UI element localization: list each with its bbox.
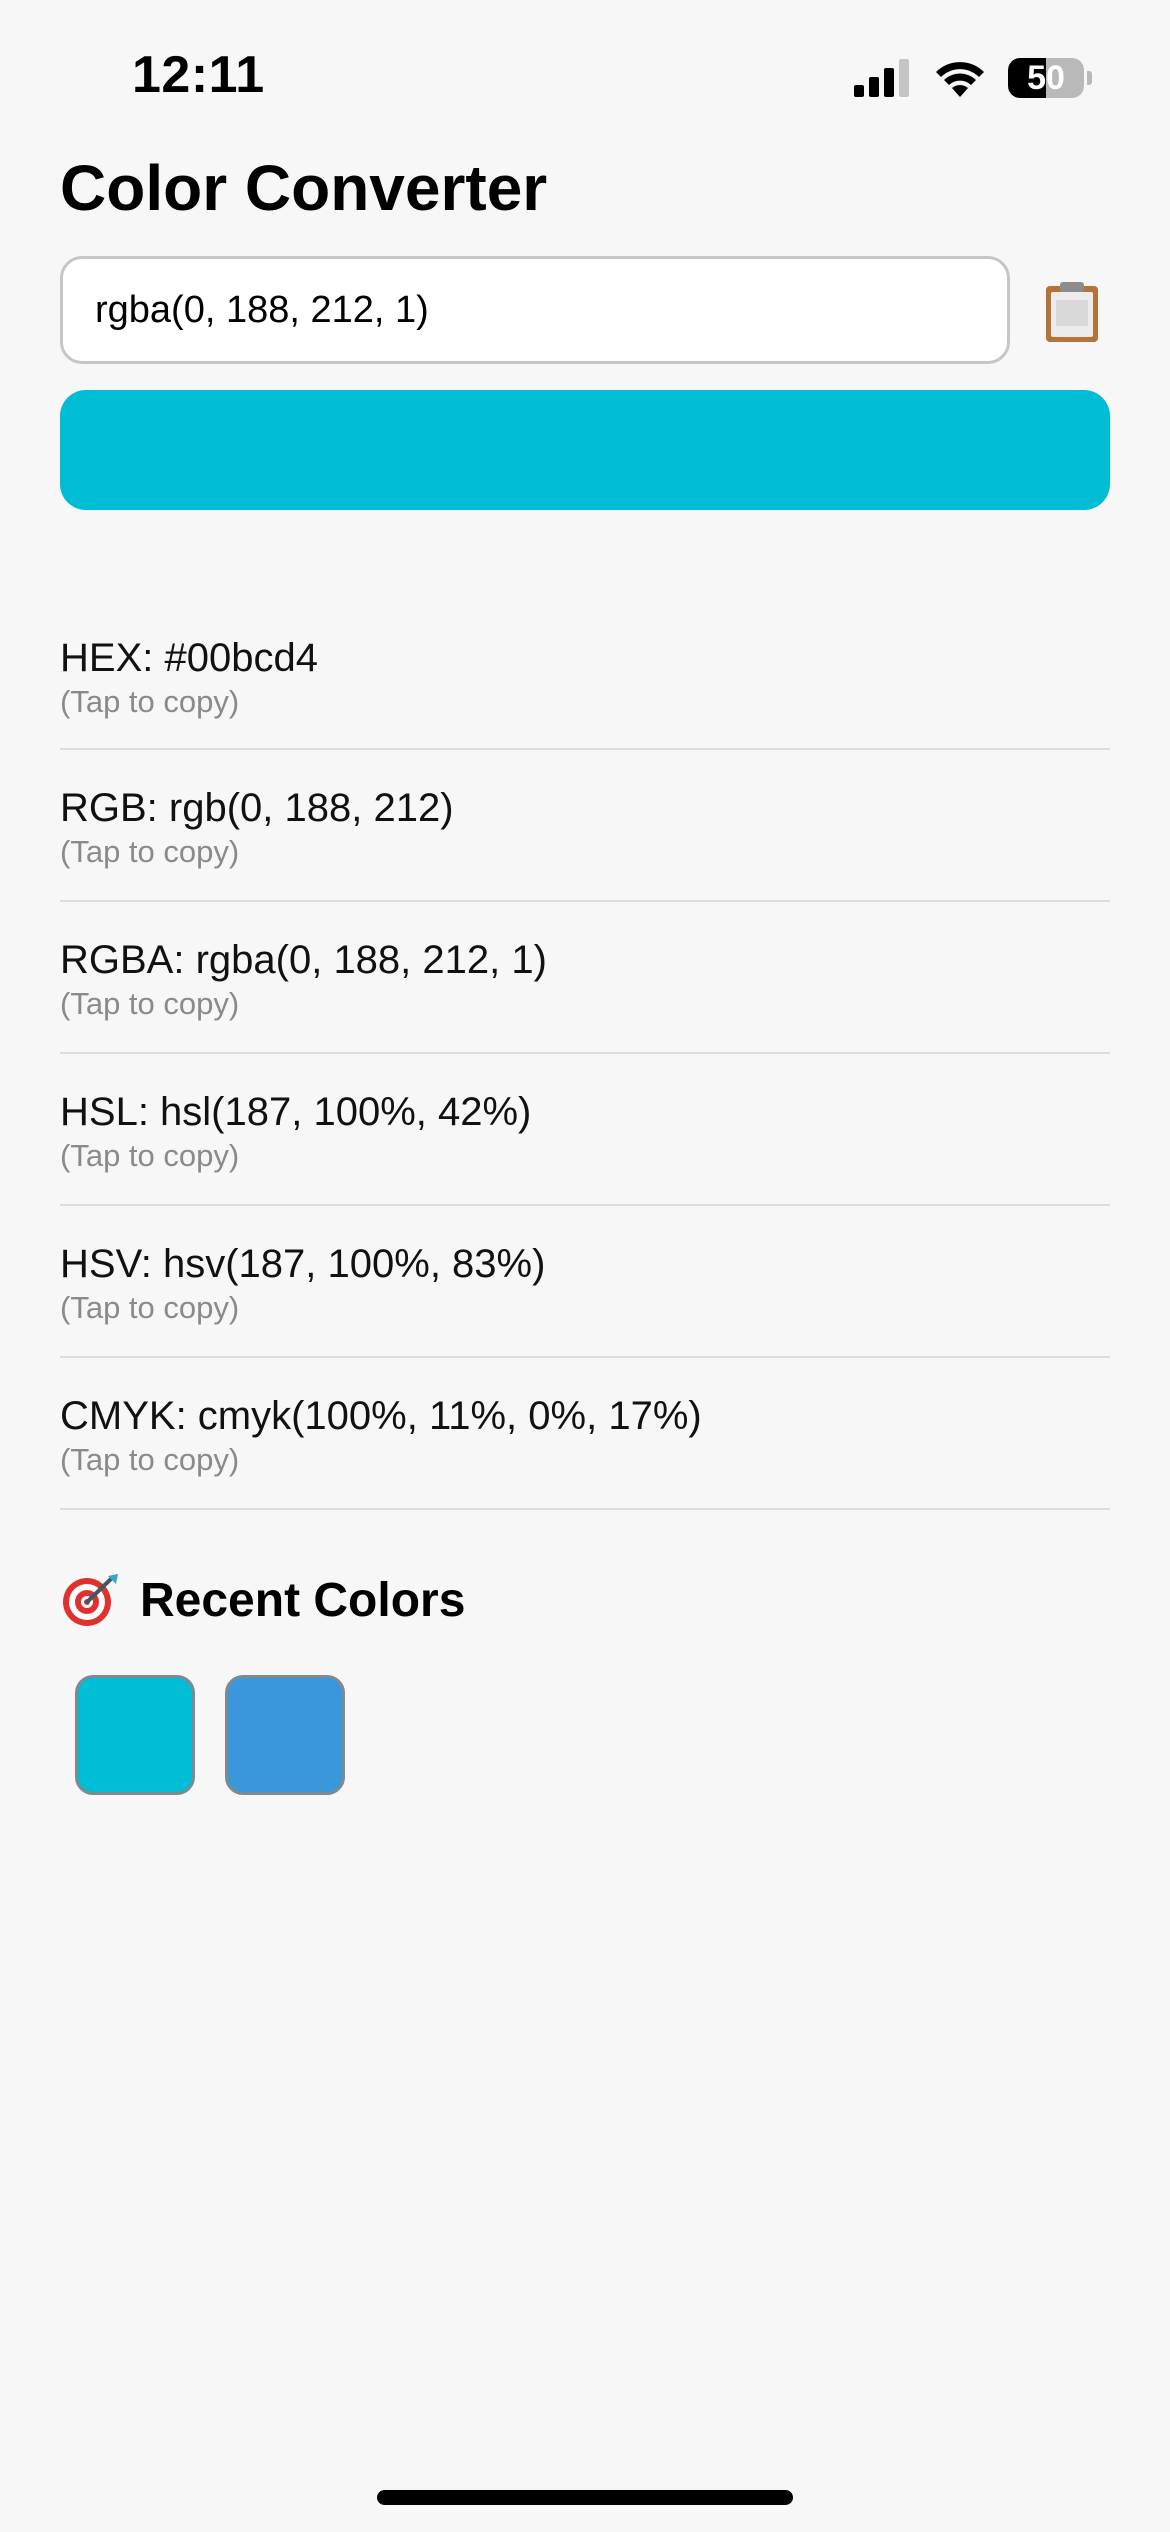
recent-swatches bbox=[75, 1675, 345, 1795]
battery-icon: 50 bbox=[1008, 58, 1092, 98]
status-time: 12:11 bbox=[132, 46, 265, 104]
page-title: Color Converter bbox=[60, 152, 548, 224]
home-indicator[interactable] bbox=[377, 2490, 793, 2505]
recent-swatch[interactable] bbox=[225, 1675, 345, 1795]
paste-button[interactable] bbox=[1040, 280, 1104, 344]
format-hint: (Tap to copy) bbox=[60, 684, 240, 719]
format-hint: (Tap to copy) bbox=[60, 834, 240, 869]
format-hint: (Tap to copy) bbox=[60, 1442, 240, 1477]
format-row-rgb[interactable]: RGB: rgb(0, 188, 212) (Tap to copy) bbox=[60, 750, 1110, 902]
recent-colors-header: Recent Colors bbox=[60, 1572, 465, 1628]
status-indicators: 50 bbox=[854, 56, 1092, 100]
format-value: HSV: hsv(187, 100%, 83%) bbox=[60, 1242, 546, 1286]
format-row-rgba[interactable]: RGBA: rgba(0, 188, 212, 1) (Tap to copy) bbox=[60, 902, 1110, 1054]
color-preview bbox=[60, 390, 1110, 510]
status-bar: 12:11 50 bbox=[0, 0, 1170, 150]
recent-colors-title: Recent Colors bbox=[140, 1573, 466, 1627]
format-list: HEX: #00bcd4 (Tap to copy) RGB: rgb(0, 1… bbox=[60, 600, 1110, 1510]
color-input[interactable] bbox=[60, 256, 1010, 364]
clipboard-icon bbox=[1046, 282, 1098, 342]
cellular-signal-icon bbox=[854, 59, 909, 97]
dart-target-icon bbox=[63, 1574, 118, 1626]
format-value: RGB: rgb(0, 188, 212) bbox=[60, 786, 454, 830]
format-hint: (Tap to copy) bbox=[60, 1138, 240, 1173]
format-value: CMYK: cmyk(100%, 11%, 0%, 17%) bbox=[60, 1394, 702, 1438]
format-row-hex[interactable]: HEX: #00bcd4 (Tap to copy) bbox=[60, 600, 1110, 750]
format-value: HEX: #00bcd4 bbox=[60, 636, 318, 680]
battery-level: 50 bbox=[1027, 59, 1065, 97]
wifi-icon bbox=[936, 62, 984, 97]
format-hint: (Tap to copy) bbox=[60, 1290, 240, 1325]
format-value: RGBA: rgba(0, 188, 212, 1) bbox=[60, 938, 547, 982]
format-row-cmyk[interactable]: CMYK: cmyk(100%, 11%, 0%, 17%) (Tap to c… bbox=[60, 1358, 1110, 1510]
format-row-hsl[interactable]: HSL: hsl(187, 100%, 42%) (Tap to copy) bbox=[60, 1054, 1110, 1206]
format-row-hsv[interactable]: HSV: hsv(187, 100%, 83%) (Tap to copy) bbox=[60, 1206, 1110, 1358]
format-value: HSL: hsl(187, 100%, 42%) bbox=[60, 1090, 532, 1134]
recent-swatch[interactable] bbox=[75, 1675, 195, 1795]
format-hint: (Tap to copy) bbox=[60, 986, 240, 1021]
